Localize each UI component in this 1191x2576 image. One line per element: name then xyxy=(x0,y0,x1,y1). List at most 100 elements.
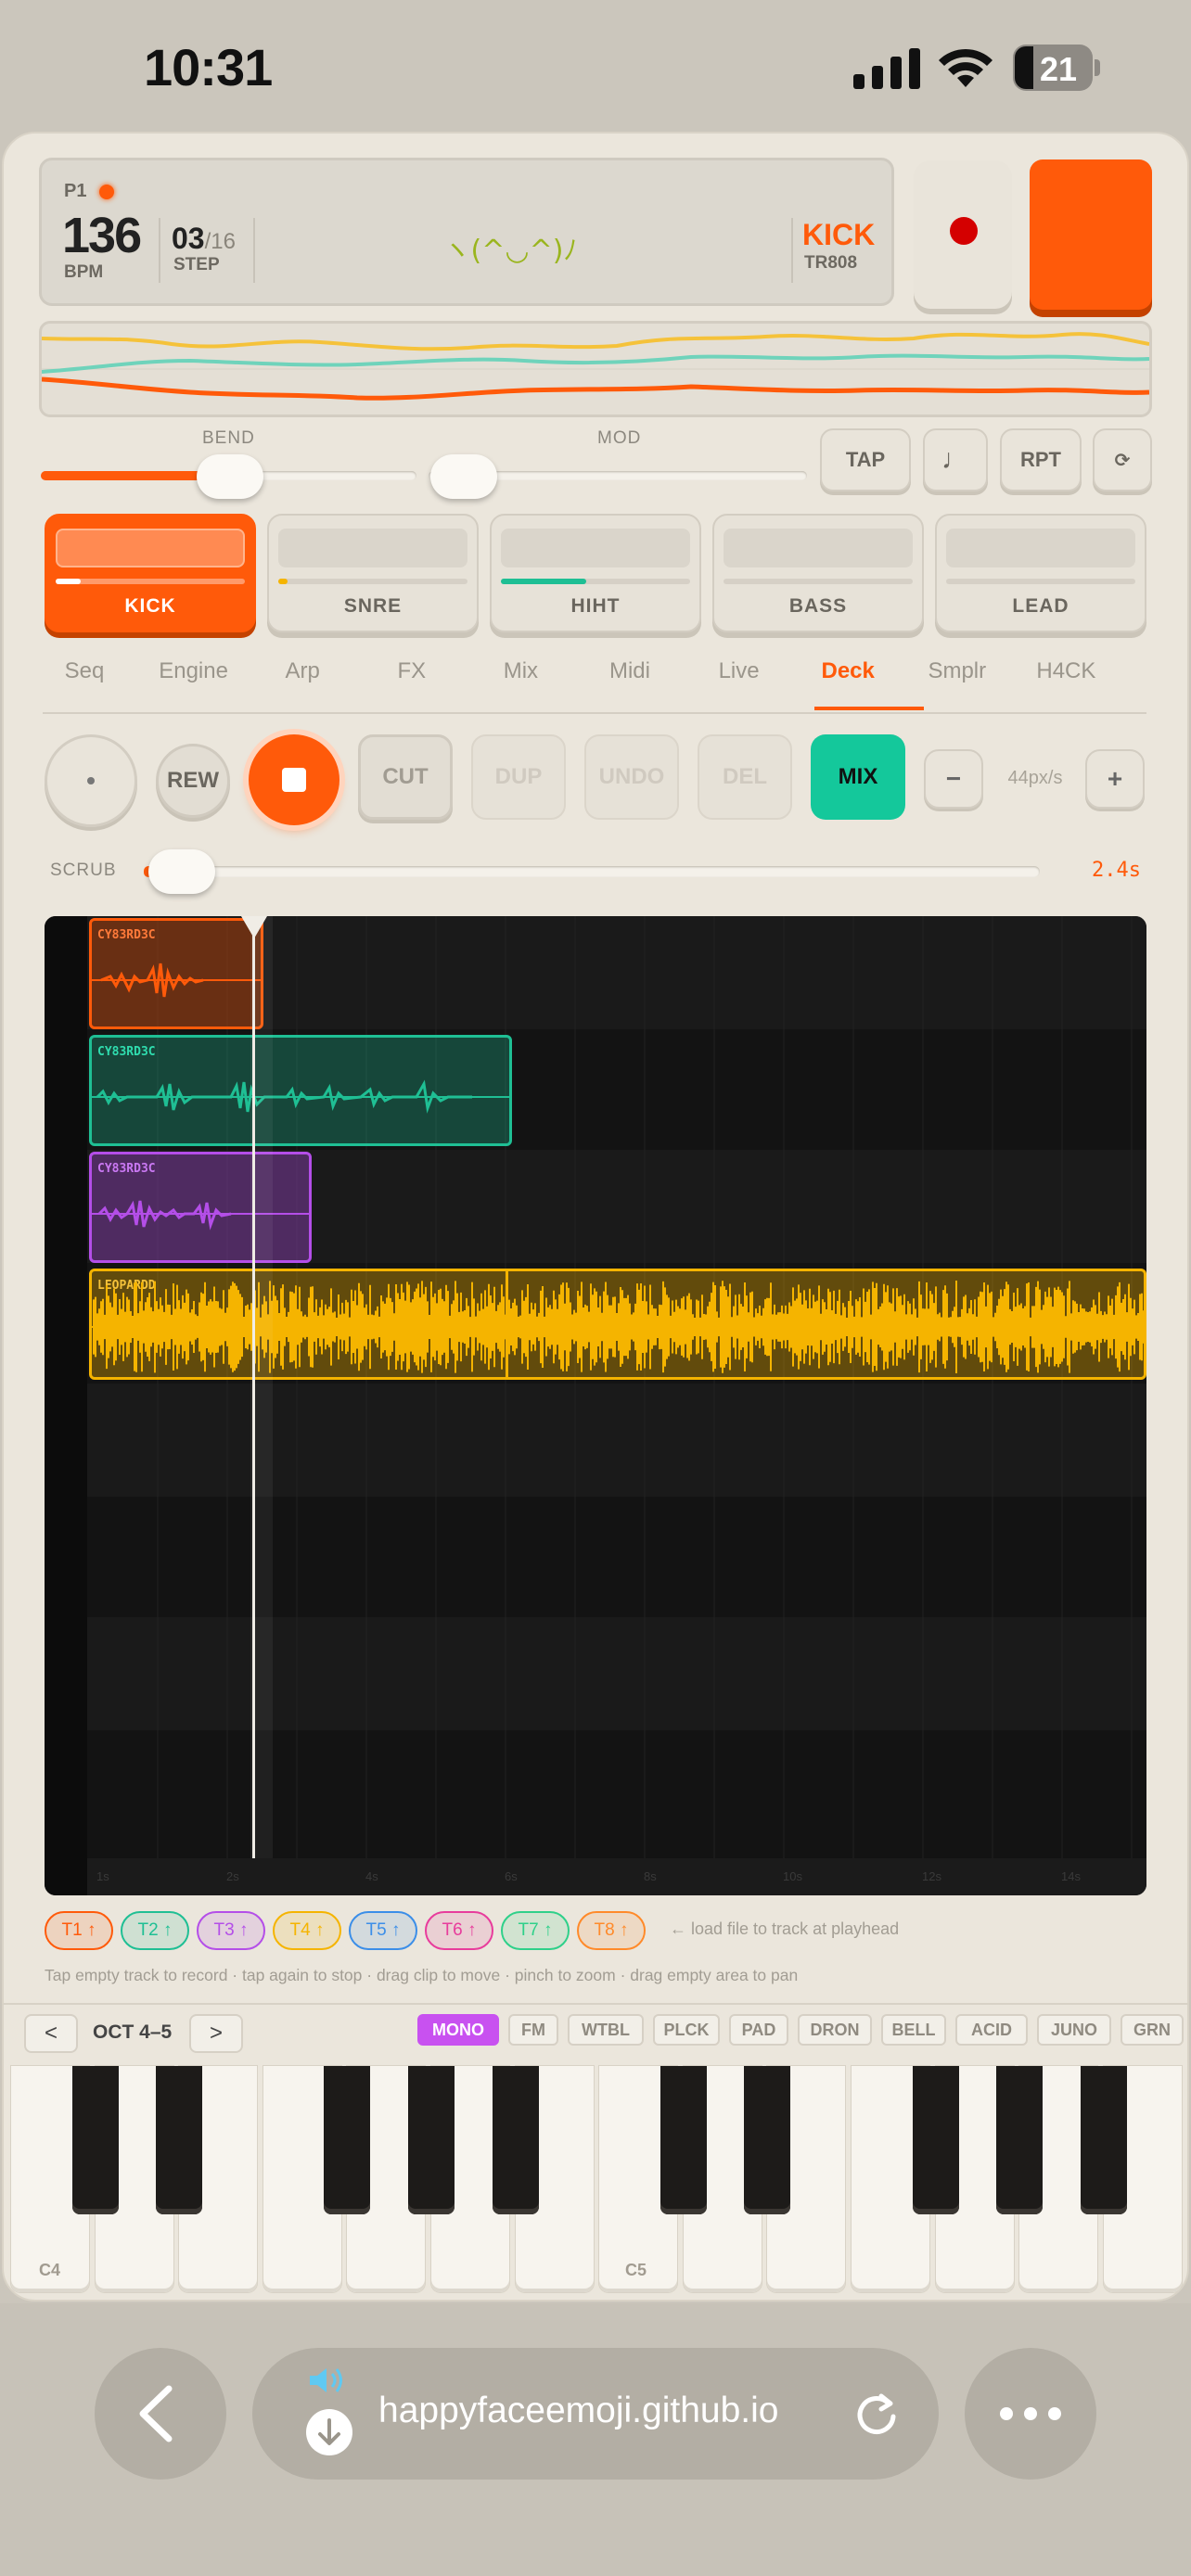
note-button[interactable]: ♩ xyxy=(923,428,988,491)
tab-engine[interactable]: Engine xyxy=(139,658,249,684)
black-key[interactable] xyxy=(996,2066,1044,2214)
black-key[interactable] xyxy=(744,2066,791,2214)
ruler-tick-label: 2s xyxy=(226,1869,239,1883)
track-load-chip-6[interactable]: T6 ↑ xyxy=(425,1911,493,1950)
status-time: 10:31 xyxy=(144,38,273,96)
delete-button[interactable]: DEL xyxy=(698,734,792,820)
status-bar: 10:31 21 xyxy=(0,0,1191,130)
octave-down-button[interactable]: < xyxy=(24,2014,78,2053)
synth-engine-bell[interactable]: BELL xyxy=(881,2014,946,2046)
track-load-chip-5[interactable]: T5 ↑ xyxy=(349,1911,417,1950)
clip-track-4[interactable]: LEOPARDD xyxy=(89,1269,1146,1380)
wifi-icon xyxy=(939,48,992,87)
synth-engine-grn[interactable]: GRN xyxy=(1121,2014,1184,2046)
tap-button[interactable]: TAP xyxy=(820,428,911,491)
zoom-in-button[interactable]: + xyxy=(1085,749,1145,809)
track-load-chip-2[interactable]: T2 ↑ xyxy=(121,1911,189,1950)
synth-engine-mono[interactable]: MONO xyxy=(417,2014,499,2046)
repeat-button[interactable]: RPT xyxy=(1000,428,1082,491)
deck-dot-button[interactable] xyxy=(45,734,137,827)
download-icon[interactable] xyxy=(304,2407,354,2457)
clip-track-1[interactable]: CY83RD3C xyxy=(89,918,263,1029)
track-button-kick[interactable]: KICK xyxy=(45,514,256,632)
tab-arp[interactable]: Arp xyxy=(248,658,357,684)
tab-deck[interactable]: Deck xyxy=(793,658,903,684)
track-load-chip-8[interactable]: T8 ↑ xyxy=(577,1911,646,1950)
play-pad-button[interactable] xyxy=(1030,159,1152,310)
black-key[interactable] xyxy=(324,2066,371,2214)
cut-button[interactable]: CUT xyxy=(358,734,453,820)
track-load-chip-4[interactable]: T4 ↑ xyxy=(273,1911,341,1950)
track-load-chip-7[interactable]: T7 ↑ xyxy=(501,1911,570,1950)
synth-engine-dron[interactable]: DRON xyxy=(798,2014,872,2046)
playhead[interactable] xyxy=(252,916,255,1858)
mod-slider-handle[interactable] xyxy=(430,454,497,499)
browser-back-button[interactable] xyxy=(95,2348,226,2480)
scrub-slider[interactable] xyxy=(144,866,1040,877)
cellular-signal-icon xyxy=(853,48,920,89)
speaker-icon xyxy=(310,2368,342,2392)
bend-slider-handle[interactable] xyxy=(197,454,263,499)
track-name: BASS xyxy=(788,595,848,617)
loop-button[interactable]: ⟳ xyxy=(1093,428,1152,491)
step-label: STEP xyxy=(173,255,220,274)
clip-waveform xyxy=(92,1079,509,1114)
machine-name: TR808 xyxy=(804,253,858,273)
timeline[interactable]: 1s 2s 4s 6s 8s 10s 12s 14s CY83RD3C CY83RD3C CY… xyxy=(45,916,1146,1895)
black-key[interactable] xyxy=(660,2066,707,2214)
tab-seq[interactable]: Seq xyxy=(30,658,139,684)
tab-smplr[interactable]: Smplr xyxy=(903,658,1012,684)
scrub-label: SCRUB xyxy=(50,861,117,880)
bpm-label: BPM xyxy=(64,262,104,282)
synth-engine-pad[interactable]: PAD xyxy=(729,2014,788,2046)
track-button-lead[interactable]: LEAD xyxy=(935,514,1146,632)
stop-button[interactable] xyxy=(249,734,339,825)
track-level-meter xyxy=(501,579,690,584)
oscilloscope-waves xyxy=(42,332,1149,401)
rewind-button[interactable]: REW xyxy=(156,744,230,818)
octave-up-button[interactable]: > xyxy=(189,2014,243,2053)
track-load-chip-3[interactable]: T3 ↑ xyxy=(197,1911,265,1950)
track-load-chip-1[interactable]: T1 ↑ xyxy=(45,1911,113,1950)
reload-icon[interactable] xyxy=(852,2389,902,2439)
tab-live[interactable]: Live xyxy=(685,658,794,684)
synth-engine-plck[interactable]: PLCK xyxy=(653,2014,720,2046)
synth-engine-wtbl[interactable]: WTBL xyxy=(568,2014,644,2046)
tab-bar: Seq Engine Arp FX Mix Midi Live Deck Smplr H4CK xyxy=(43,658,1146,714)
clip-track-3[interactable]: CY83RD3C xyxy=(89,1152,312,1263)
battery-level: 21 xyxy=(1039,50,1078,88)
black-key[interactable] xyxy=(156,2066,203,2214)
tab-mix[interactable]: Mix xyxy=(466,658,575,684)
clip-waveform xyxy=(92,1200,309,1231)
track-button-bass[interactable]: BASS xyxy=(712,514,924,632)
tab-fx[interactable]: FX xyxy=(357,658,467,684)
track-button-hiht[interactable]: HIHT xyxy=(490,514,701,632)
bpm-value: 136 xyxy=(62,208,142,263)
black-key[interactable] xyxy=(71,2066,119,2214)
mod-label: MOD xyxy=(597,428,642,448)
track-level-meter xyxy=(278,579,467,584)
tab-h4ck[interactable]: H4CK xyxy=(1011,658,1121,684)
address-bar[interactable]: happyfaceemoji.github.io xyxy=(252,2348,939,2480)
synth-engine-acid[interactable]: ACID xyxy=(955,2014,1028,2046)
black-key[interactable] xyxy=(1080,2066,1127,2214)
tab-midi[interactable]: Midi xyxy=(575,658,685,684)
record-dot-icon xyxy=(950,217,978,245)
black-key[interactable] xyxy=(492,2066,539,2214)
duplicate-button[interactable]: DUP xyxy=(471,734,566,820)
scrub-handle[interactable] xyxy=(148,849,215,894)
undo-button[interactable]: UNDO xyxy=(584,734,679,820)
clip-track-2[interactable]: CY83RD3C xyxy=(89,1035,512,1146)
black-key[interactable] xyxy=(912,2066,959,2214)
playhead-handle-icon[interactable] xyxy=(241,916,267,940)
track-button-snre[interactable]: SNRE xyxy=(267,514,479,632)
black-key[interactable] xyxy=(408,2066,455,2214)
zoom-out-button[interactable]: − xyxy=(924,749,983,809)
synth-engine-juno[interactable]: JUNO xyxy=(1037,2014,1111,2046)
browser-more-button[interactable] xyxy=(965,2348,1096,2480)
instrument-name: KICK xyxy=(802,218,876,251)
url-text: happyfaceemoji.github.io xyxy=(378,2391,779,2430)
lcd-display: P1 136 BPM 03/16 STEP ヽ(^◡^)ﾉ KICK TR808 xyxy=(39,158,894,306)
mix-button[interactable]: MIX xyxy=(811,734,905,820)
synth-engine-fm[interactable]: FM xyxy=(508,2014,558,2046)
